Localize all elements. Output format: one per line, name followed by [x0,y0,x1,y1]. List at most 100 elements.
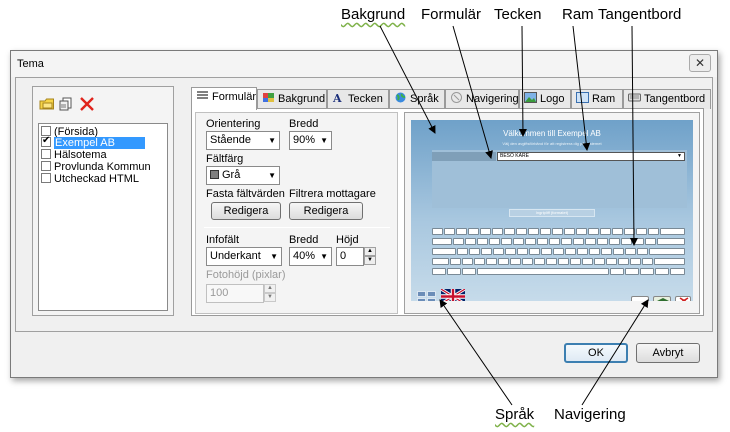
preview-key [462,258,473,265]
preview-key [582,258,593,265]
preview-key [552,228,563,235]
preview-key [528,228,539,235]
preview-key [576,228,587,235]
spin-up-icon[interactable]: ▲ [364,247,376,256]
bredd-select[interactable]: 90% ▼ [289,131,332,150]
preview-key [645,238,656,245]
hojd-spinner[interactable]: 0 [336,247,364,266]
hojd-label: Höjd [336,234,359,246]
preview-key [624,228,635,235]
orientering-select[interactable]: Stående ▼ [206,131,280,150]
preview-key [573,238,584,245]
tab-logo[interactable]: Logo [519,89,571,109]
list-item[interactable]: Provlunda Kommun [41,161,151,173]
infofalt-select[interactable]: Underkant ▼ [206,247,282,266]
frame-icon [576,91,589,103]
preview-key [517,248,528,255]
preview-key [541,248,552,255]
preview-key [457,248,468,255]
hojd-spinner-buttons[interactable]: ▲ ▼ [364,247,376,266]
fotohojd-spinner[interactable]: 100 [206,284,264,303]
preview-tile [427,298,436,301]
folder-icon[interactable] [39,97,55,111]
spin-down-icon[interactable]: ▼ [264,293,276,302]
preview-key [525,238,536,245]
preview-key [670,268,685,275]
chevron-down-icon: ▼ [320,136,328,145]
preview-form-row [432,152,496,161]
cancel-button[interactable]: Avbryt [636,343,700,363]
preview-key [642,258,653,265]
callout-formular: Formulär [421,6,482,23]
tab-tecken[interactable]: A Tecken [327,89,389,109]
close-button[interactable]: ✕ [689,54,711,72]
preview-key [481,248,492,255]
preview-key [594,258,605,265]
preview-key [493,248,504,255]
preview-key [613,248,624,255]
tab-sprak[interactable]: Språk [389,89,445,109]
preview-key [522,258,533,265]
bredd-label: Bredd [289,118,319,130]
preview-key [625,268,639,275]
preview-key [432,248,456,255]
preview-frame: Välkommen till Exempel AB Välj den avgif… [404,112,700,314]
redigera-fasta-button[interactable]: Redigera [211,202,281,220]
list-item-selected[interactable]: Exempel AB [41,135,145,149]
fotohojd-spinner-buttons[interactable]: ▲ ▼ [264,284,276,303]
tab-tangentbord[interactable]: Tangentbord [623,89,711,109]
preview-key [432,268,446,275]
list-item[interactable]: Utcheckad HTML [41,173,139,185]
checkbox[interactable] [41,149,51,159]
dialog-client: (Försida) Exempel AB Hälsotema Provlunda… [15,77,713,332]
preview-key [465,238,476,245]
preview-key [486,258,497,265]
checkbox[interactable] [41,161,51,171]
callout-tangentbord: Tangentbord [598,6,682,23]
preview-key [597,238,608,245]
preview-tile [427,291,436,297]
tab-formular[interactable]: Formulär [191,87,257,110]
preview-key [633,238,644,245]
delete-icon[interactable] [79,97,95,111]
theme-list-panel: (Försida) Exempel AB Hälsotema Provlunda… [32,86,174,316]
tema-dialog: Tema ✕ (Försida) Exempel AB Hälsotema Pr… [10,50,718,378]
preview-key [570,258,581,265]
chevron-down-icon: ▼ [270,252,278,261]
preview-key [456,228,467,235]
preview-key [534,258,545,265]
copy-icon[interactable] [59,97,75,111]
preview-submit-button: Ingripliff (formatet) [509,209,595,217]
preview-key [561,238,572,245]
redigera-filtrera-button[interactable]: Redigera [289,202,363,220]
callout-tecken: Tecken [494,6,542,23]
preview-select: BESÖ KARE ▼ [497,152,685,161]
preview-key [469,248,480,255]
preview-nav-back [631,296,649,301]
callout-navigering: Navigering [554,406,626,423]
preview-key [510,258,521,265]
preview-key [444,228,455,235]
tab-ram[interactable]: Ram [571,89,623,109]
faltfarg-select[interactable]: Grå ▼ [206,166,280,185]
chevron-down-icon: ▼ [677,153,682,159]
spin-down-icon[interactable]: ▼ [364,256,376,265]
preview-key [606,258,617,265]
preview-key [588,228,599,235]
list-item[interactable]: Hälsotema [41,149,107,161]
fotohojd-label: Fotohöjd (pixlar) [206,269,286,281]
preview-key [505,248,516,255]
callout-ram: Ram [562,6,594,23]
ok-button[interactable]: OK [564,343,628,363]
preview-key [654,258,685,265]
checkbox-checked[interactable] [41,135,51,147]
tab-navigering[interactable]: Navigering [445,89,519,109]
info-bredd-select[interactable]: 40% ▼ [289,247,332,266]
preview-key [640,268,654,275]
preview-key [540,228,551,235]
checkbox[interactable] [41,173,51,183]
spin-up-icon[interactable]: ▲ [264,284,276,293]
tab-bakgrund[interactable]: Bakgrund [257,89,327,109]
preview-subtitle: Välj den avgiftsförbänd för att registre… [502,141,602,146]
preview-key [501,238,512,245]
